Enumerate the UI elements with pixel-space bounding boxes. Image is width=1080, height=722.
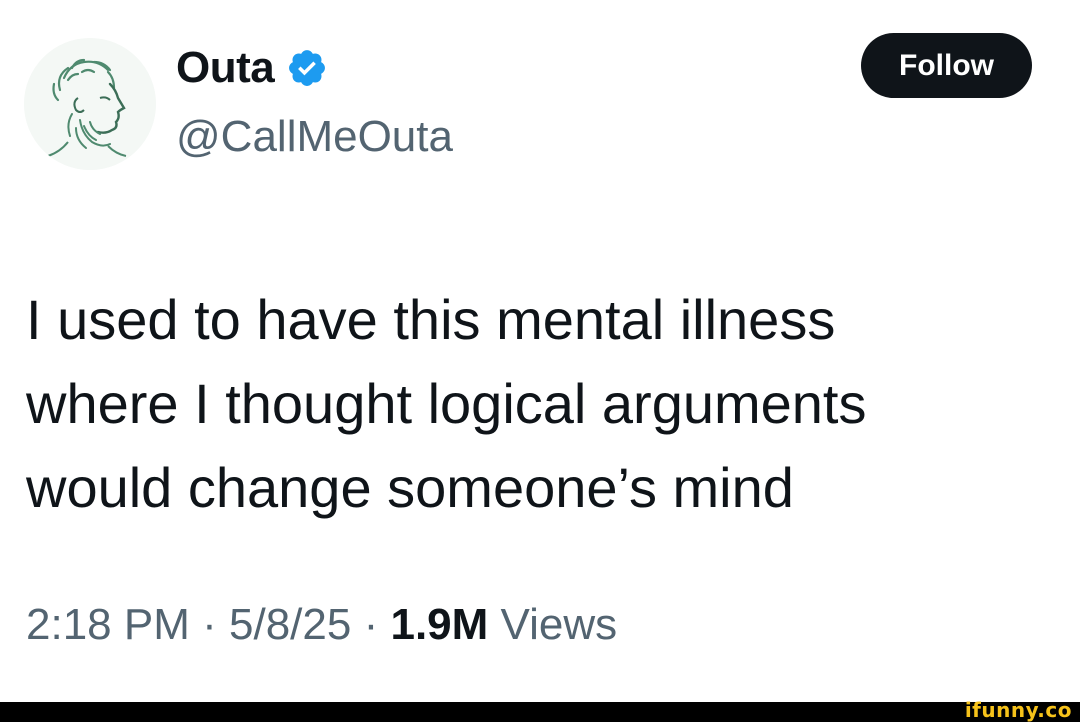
ifunny-watermark-logo: ifunny.co xyxy=(964,698,1072,722)
tweet-date[interactable]: 5/8/25 xyxy=(229,600,351,649)
follow-button[interactable]: Follow xyxy=(861,33,1032,98)
tweet-card: Outa @CallMeOuta Follow I used to have t… xyxy=(0,0,1080,702)
meta-separator: · xyxy=(202,600,217,649)
tweet-text-line: I used to have this mental illness xyxy=(26,288,836,351)
tweet-time[interactable]: 2:18 PM xyxy=(26,600,190,649)
avatar-bust-icon xyxy=(24,38,156,170)
meta-separator: · xyxy=(363,600,379,649)
tweet-text: I used to have this mental illness where… xyxy=(26,278,1056,530)
tweet-text-line: would change someone’s mind xyxy=(26,456,794,519)
views-label: Views xyxy=(500,600,618,649)
views-count[interactable]: 1.9M xyxy=(390,600,488,649)
watermark-bar: ifunny.co xyxy=(0,698,1080,722)
tweet-meta: 2:18 PM · 5/8/25 · 1.9M Views xyxy=(26,600,617,650)
author-handle[interactable]: @CallMeOuta xyxy=(176,112,453,162)
verified-badge-icon xyxy=(286,47,328,89)
author-name-row: Outa xyxy=(176,42,328,94)
display-name[interactable]: Outa xyxy=(176,43,275,93)
tweet-text-line: where I thought logical arguments xyxy=(26,372,867,435)
avatar[interactable] xyxy=(24,38,156,170)
